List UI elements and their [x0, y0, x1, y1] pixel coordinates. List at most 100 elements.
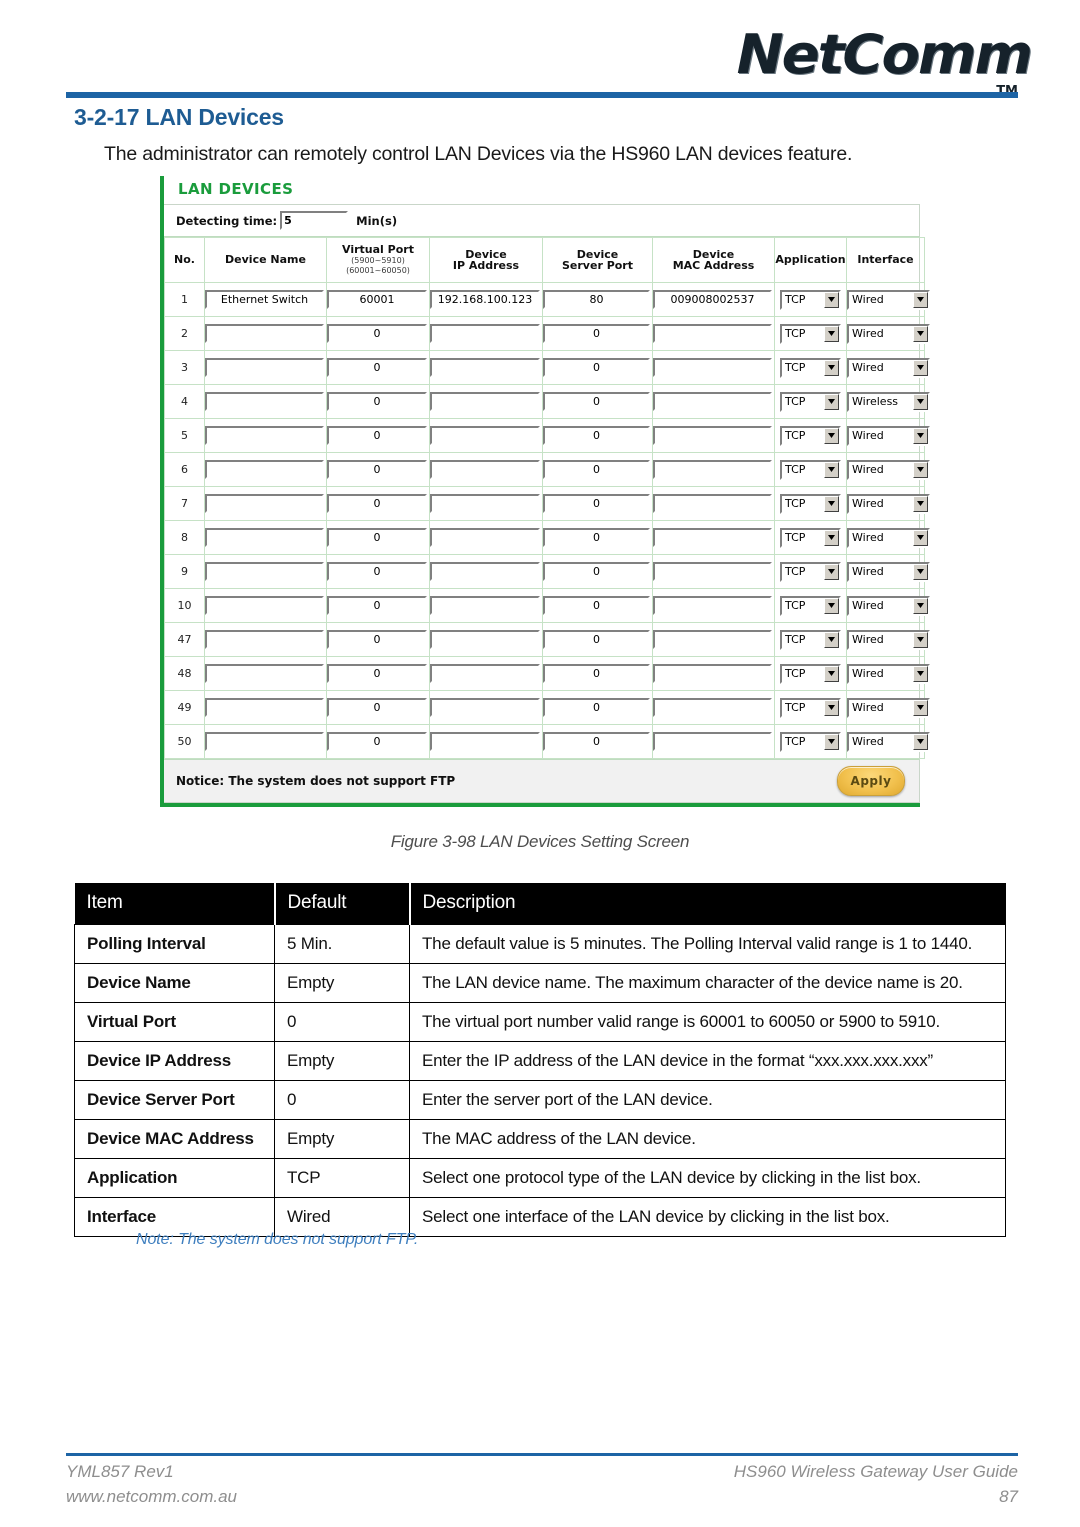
device-mac-input[interactable]	[653, 732, 772, 751]
chevron-down-icon[interactable]	[913, 461, 928, 478]
application-select[interactable]: TCP	[780, 731, 841, 752]
device-name-input[interactable]: Ethernet Switch	[205, 290, 324, 309]
application-select[interactable]: TCP	[780, 425, 841, 446]
device-mac-input[interactable]	[653, 494, 772, 513]
application-select[interactable]: TCP	[780, 527, 841, 548]
chevron-down-icon[interactable]	[913, 529, 928, 546]
device-name-input[interactable]	[205, 426, 324, 445]
virtual-port-input[interactable]: 0	[327, 324, 427, 343]
device-server-port-input[interactable]: 0	[543, 596, 650, 615]
virtual-port-input[interactable]: 0	[327, 664, 427, 683]
interface-select[interactable]: Wired	[847, 357, 930, 378]
chevron-down-icon[interactable]	[913, 631, 928, 648]
device-server-port-input[interactable]: 0	[543, 494, 650, 513]
chevron-down-icon[interactable]	[824, 733, 839, 750]
application-select[interactable]: TCP	[780, 289, 841, 310]
interface-select[interactable]: Wired	[847, 289, 930, 310]
chevron-down-icon[interactable]	[913, 495, 928, 512]
chevron-down-icon[interactable]	[913, 427, 928, 444]
device-mac-input[interactable]: 009008002537	[653, 290, 772, 309]
device-server-port-input[interactable]: 80	[543, 290, 650, 309]
device-server-port-input[interactable]: 0	[543, 460, 650, 479]
detecting-time-input[interactable]: 5	[280, 211, 349, 230]
device-ip-input[interactable]	[430, 358, 540, 377]
interface-select[interactable]: Wired	[847, 323, 930, 344]
chevron-down-icon[interactable]	[913, 325, 928, 342]
device-ip-input[interactable]: 192.168.100.123	[430, 290, 540, 309]
device-ip-input[interactable]	[430, 324, 540, 343]
application-select[interactable]: TCP	[780, 493, 841, 514]
chevron-down-icon[interactable]	[824, 393, 839, 410]
interface-select[interactable]: Wired	[847, 663, 930, 684]
virtual-port-input[interactable]: 0	[327, 630, 427, 649]
application-select[interactable]: TCP	[780, 391, 841, 412]
application-select[interactable]: TCP	[780, 663, 841, 684]
device-mac-input[interactable]	[653, 358, 772, 377]
interface-select[interactable]: Wired	[847, 561, 930, 582]
device-ip-input[interactable]	[430, 596, 540, 615]
chevron-down-icon[interactable]	[824, 495, 839, 512]
device-ip-input[interactable]	[430, 426, 540, 445]
device-name-input[interactable]	[205, 528, 324, 547]
chevron-down-icon[interactable]	[824, 563, 839, 580]
device-server-port-input[interactable]: 0	[543, 630, 650, 649]
device-server-port-input[interactable]: 0	[543, 732, 650, 751]
application-select[interactable]: TCP	[780, 459, 841, 480]
device-mac-input[interactable]	[653, 426, 772, 445]
device-mac-input[interactable]	[653, 392, 772, 411]
virtual-port-input[interactable]: 0	[327, 460, 427, 479]
device-name-input[interactable]	[205, 392, 324, 411]
chevron-down-icon[interactable]	[824, 291, 839, 308]
virtual-port-input[interactable]: 0	[327, 528, 427, 547]
device-ip-input[interactable]	[430, 528, 540, 547]
device-name-input[interactable]	[205, 562, 324, 581]
device-name-input[interactable]	[205, 460, 324, 479]
device-ip-input[interactable]	[430, 664, 540, 683]
chevron-down-icon[interactable]	[824, 461, 839, 478]
chevron-down-icon[interactable]	[913, 359, 928, 376]
device-server-port-input[interactable]: 0	[543, 358, 650, 377]
device-ip-input[interactable]	[430, 562, 540, 581]
chevron-down-icon[interactable]	[913, 597, 928, 614]
application-select[interactable]: TCP	[780, 357, 841, 378]
virtual-port-input[interactable]: 0	[327, 562, 427, 581]
application-select[interactable]: TCP	[780, 323, 841, 344]
chevron-down-icon[interactable]	[824, 631, 839, 648]
virtual-port-input[interactable]: 0	[327, 494, 427, 513]
device-mac-input[interactable]	[653, 324, 772, 343]
virtual-port-input[interactable]: 0	[327, 732, 427, 751]
device-mac-input[interactable]	[653, 528, 772, 547]
interface-select[interactable]: Wired	[847, 731, 930, 752]
device-mac-input[interactable]	[653, 562, 772, 581]
chevron-down-icon[interactable]	[913, 665, 928, 682]
interface-select[interactable]: Wired	[847, 629, 930, 650]
device-name-input[interactable]	[205, 732, 324, 751]
virtual-port-input[interactable]: 0	[327, 392, 427, 411]
virtual-port-input[interactable]: 0	[327, 596, 427, 615]
footer-website[interactable]: www.netcomm.com.au	[66, 1484, 237, 1509]
device-server-port-input[interactable]: 0	[543, 426, 650, 445]
device-mac-input[interactable]	[653, 460, 772, 479]
interface-select[interactable]: Wired	[847, 697, 930, 718]
chevron-down-icon[interactable]	[913, 699, 928, 716]
chevron-down-icon[interactable]	[824, 529, 839, 546]
device-server-port-input[interactable]: 0	[543, 562, 650, 581]
device-name-input[interactable]	[205, 630, 324, 649]
interface-select[interactable]: Wired	[847, 493, 930, 514]
device-server-port-input[interactable]: 0	[543, 698, 650, 717]
device-ip-input[interactable]	[430, 698, 540, 717]
interface-select[interactable]: Wired	[847, 425, 930, 446]
interface-select[interactable]: Wired	[847, 595, 930, 616]
chevron-down-icon[interactable]	[824, 427, 839, 444]
device-name-input[interactable]	[205, 596, 324, 615]
device-ip-input[interactable]	[430, 494, 540, 513]
interface-select[interactable]: Wireless	[847, 391, 930, 412]
chevron-down-icon[interactable]	[913, 733, 928, 750]
device-name-input[interactable]	[205, 664, 324, 683]
interface-select[interactable]: Wired	[847, 459, 930, 480]
device-server-port-input[interactable]: 0	[543, 392, 650, 411]
device-server-port-input[interactable]: 0	[543, 528, 650, 547]
chevron-down-icon[interactable]	[824, 699, 839, 716]
apply-button[interactable]: Apply	[837, 766, 905, 796]
chevron-down-icon[interactable]	[824, 597, 839, 614]
